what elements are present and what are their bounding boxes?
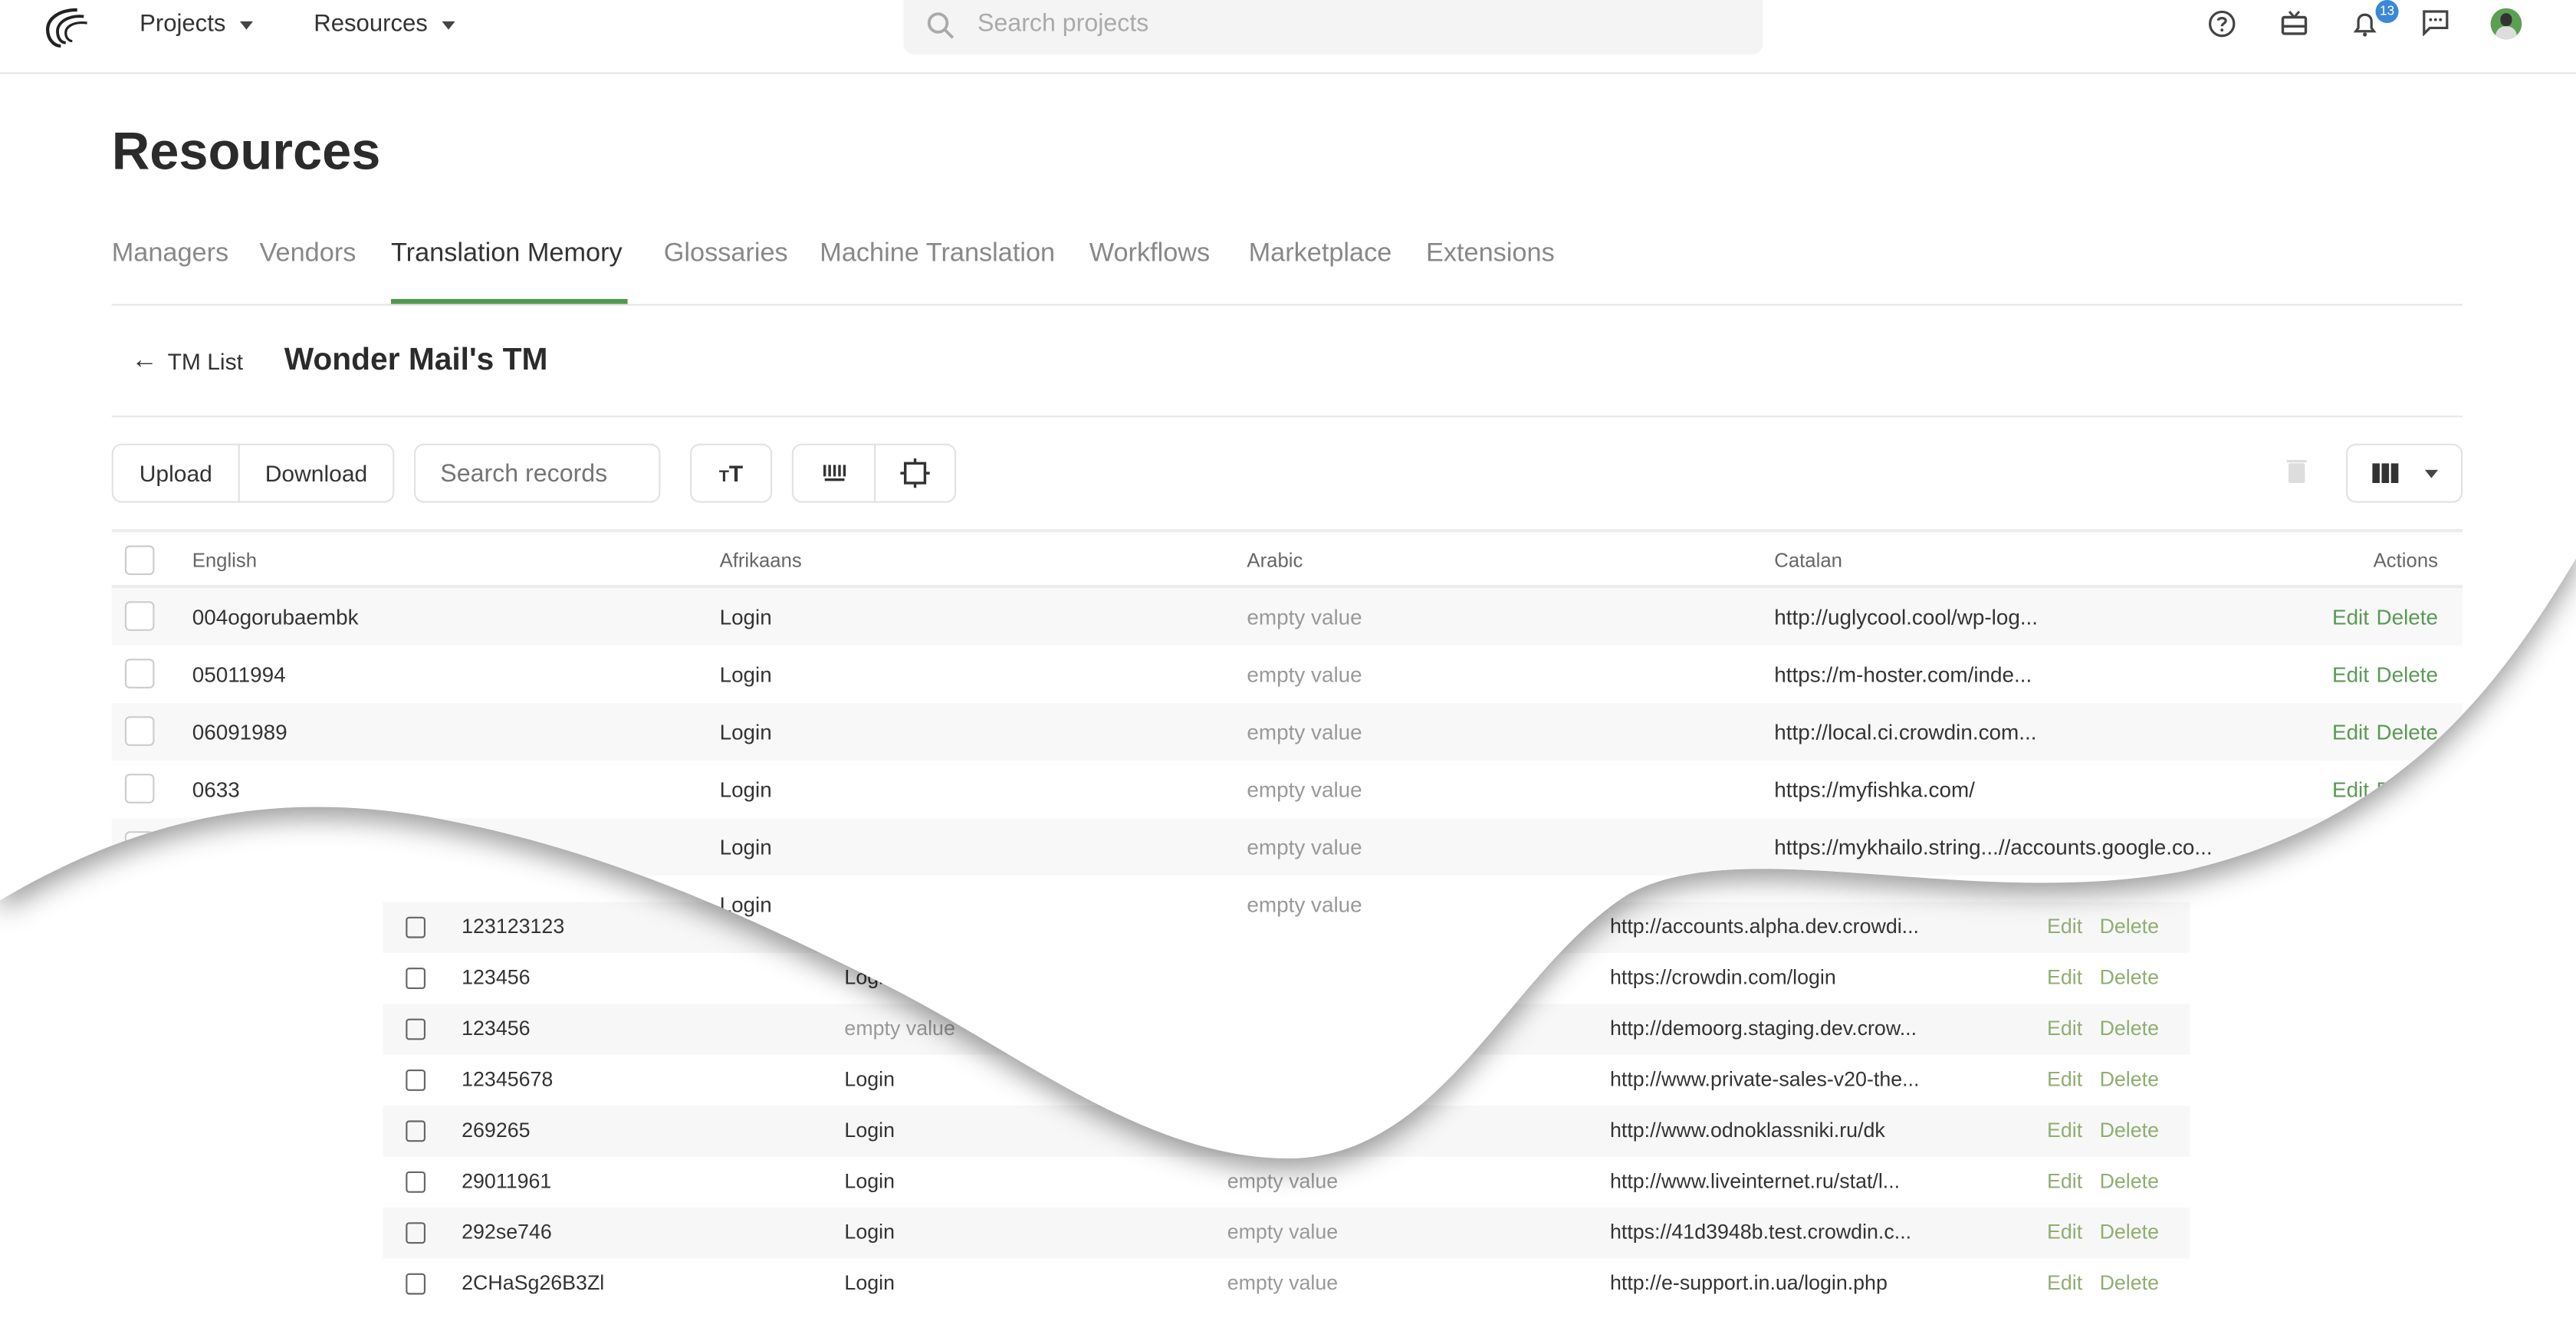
project-search-input[interactable] — [978, 10, 1635, 38]
table-row: 06091989 Login empty value http://local.ci.… — [112, 703, 2463, 761]
table-row: Login empty value https://mykhailo.string.… — [112, 818, 2463, 876]
select-all-checkbox[interactable] — [125, 545, 155, 575]
chat-icon[interactable] — [2422, 8, 2450, 36]
caret-down-icon — [442, 21, 455, 29]
cell-arabic: empty value — [1247, 892, 1362, 917]
cell-afrikaans: Login — [719, 892, 772, 917]
table-header: English Afrikaans Arabic Catalan Actions — [112, 529, 2463, 588]
cell-catalan: https://myfishka.com/ — [1774, 777, 1975, 802]
table-row: Login empty value http://mdwork.mykhailo.d… — [112, 876, 2463, 933]
download-button[interactable]: Download — [238, 444, 395, 503]
edit-link[interactable]: Edit — [2332, 588, 2369, 646]
cell-catalan: http://local.ci.crowdin.com... — [1774, 719, 2037, 744]
edit-link[interactable]: Edit — [2332, 761, 2369, 818]
cell-arabic: empty value — [1247, 777, 1362, 802]
delete-link[interactable]: Delete — [2376, 646, 2438, 703]
nav-projects-label: Projects — [140, 12, 226, 38]
delete-link[interactable]: Delete — [2376, 588, 2438, 646]
cell-catalan: https://m-hoster.com/inde... — [1774, 662, 2032, 687]
caret-down-icon — [2424, 469, 2437, 478]
barcode-icon — [820, 463, 846, 483]
row-checkbox[interactable] — [125, 601, 155, 631]
tm-title: Wonder Mail's TM — [284, 343, 548, 378]
row-checkbox[interactable] — [125, 659, 155, 688]
cell-afrikaans: Login — [719, 834, 772, 859]
keyboard-button[interactable] — [792, 444, 876, 503]
cell-english: 0633 — [192, 777, 240, 802]
cell-english: 004ogorubaembk — [192, 604, 359, 629]
delete-link[interactable]: Delete — [2376, 703, 2438, 761]
active-tab-indicator — [391, 299, 628, 304]
cell-catalan: http://uglycool.cool/wp-log... — [1774, 604, 2039, 629]
tab-extensions[interactable]: Extensions — [1426, 240, 1555, 270]
column-english[interactable]: English — [192, 532, 257, 588]
tab-managers[interactable]: Managers — [112, 240, 228, 270]
notification-badge: 13 — [2376, 0, 2399, 23]
column-catalan[interactable]: Catalan — [1774, 532, 1842, 588]
divider — [112, 416, 2463, 417]
bell-icon[interactable] — [2351, 10, 2378, 38]
tab-vendors[interactable]: Vendors — [260, 240, 356, 270]
tab-marketplace[interactable]: Marketplace — [1249, 240, 1392, 270]
nav-resources-label: Resources — [314, 12, 428, 38]
row-checkbox[interactable] — [125, 889, 155, 918]
cell-english: 05011994 — [192, 662, 286, 687]
app-window: 123123123empty valuehttp://accounts.alph… — [0, 0, 2576, 1321]
top-nav: Projects Resources 13 — [0, 0, 2576, 74]
page-top: Projects Resources 13 Resources Managers… — [0, 0, 2576, 1321]
crop-button[interactable] — [874, 444, 956, 503]
tabs-divider — [112, 304, 2463, 305]
row-checkbox[interactable] — [125, 716, 155, 746]
cell-arabic: empty value — [1247, 604, 1362, 629]
row-checkbox[interactable] — [125, 774, 155, 803]
back-label: TM List — [167, 348, 243, 375]
torn-page: Projects Resources 13 Resources Managers… — [0, 0, 2576, 1321]
text-size-icon: TT — [718, 460, 744, 487]
tab-glossaries[interactable]: Glossaries — [664, 240, 788, 270]
delete-link[interactable]: Delete — [2376, 761, 2438, 818]
frame-icon — [900, 458, 930, 488]
trash-icon[interactable] — [2285, 458, 2308, 485]
gift-icon[interactable] — [2280, 8, 2308, 36]
avatar[interactable] — [2491, 8, 2522, 40]
cell-catalan: http://mdwork.mykhailo.dev.cro... — [1774, 892, 2085, 917]
cell-afrikaans: Login — [719, 604, 772, 629]
nav-projects[interactable]: Projects — [140, 12, 254, 38]
table-row: 0633 Login empty value https://myfishka.com… — [112, 761, 2463, 818]
row-checkbox[interactable] — [125, 831, 155, 861]
column-actions: Actions — [2373, 548, 2438, 572]
project-search — [904, 0, 1763, 54]
arrow-left-icon: ← — [131, 347, 158, 375]
columns-dropdown[interactable] — [2346, 444, 2463, 503]
cell-arabic: empty value — [1247, 719, 1362, 744]
caret-down-icon — [241, 21, 254, 29]
tab-translation-memory[interactable]: Translation Memory — [391, 240, 623, 270]
edit-link[interactable]: Edit — [2332, 703, 2369, 761]
help-icon[interactable] — [2208, 10, 2236, 38]
cell-afrikaans: Login — [719, 662, 772, 687]
search-icon — [927, 12, 955, 39]
columns-icon — [2371, 463, 2397, 483]
table-row: 004ogorubaembk Login empty value http://ugl… — [112, 588, 2463, 646]
cell-afrikaans: Login — [719, 777, 772, 802]
page-title: Resources — [111, 121, 381, 181]
upload-button[interactable]: Upload — [112, 444, 240, 503]
tab-machine-translation[interactable]: Machine Translation — [820, 240, 1055, 270]
cell-afrikaans: Login — [719, 719, 772, 744]
nav-resources[interactable]: Resources — [314, 12, 455, 38]
back-to-tm-list[interactable]: ← TM List — [131, 347, 242, 376]
column-arabic[interactable]: Arabic — [1247, 532, 1303, 588]
logo-icon[interactable] — [41, 7, 97, 50]
table-row: 05011994 Login empty value https://m-hoster… — [112, 646, 2463, 703]
tab-workflows[interactable]: Workflows — [1089, 240, 1211, 270]
text-size-button[interactable]: TT — [690, 444, 772, 503]
cell-arabic: empty value — [1247, 662, 1362, 687]
cell-catalan: https://mykhailo.string...//accounts.goo… — [1774, 834, 2213, 859]
cell-arabic: empty value — [1247, 834, 1362, 859]
column-afrikaans[interactable]: Afrikaans — [720, 532, 802, 588]
edit-link[interactable]: Edit — [2332, 646, 2369, 703]
cell-english: 06091989 — [192, 719, 288, 744]
search-records-input[interactable] — [414, 444, 660, 503]
